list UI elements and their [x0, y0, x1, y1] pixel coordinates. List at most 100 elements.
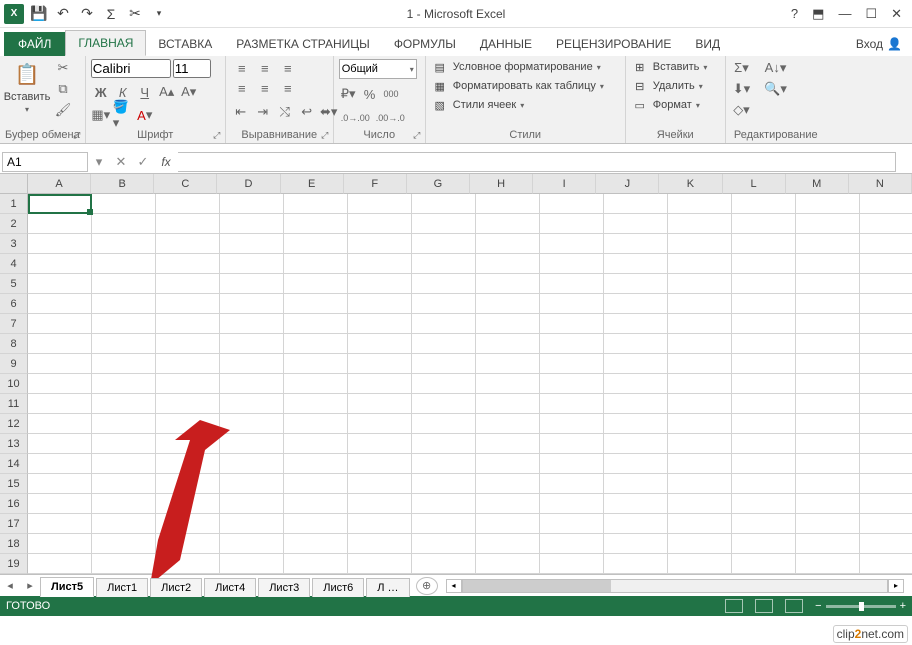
row-header-7[interactable]: 7 [0, 314, 28, 334]
cell[interactable] [540, 294, 604, 314]
cell[interactable] [220, 274, 284, 294]
cell[interactable] [604, 234, 668, 254]
cell[interactable] [412, 234, 476, 254]
delete-cells-button[interactable]: ⊟Удалить▾ [631, 78, 708, 94]
cell[interactable] [220, 554, 284, 574]
cell[interactable] [860, 314, 912, 334]
cell[interactable] [92, 534, 156, 554]
cell[interactable] [92, 234, 156, 254]
cell-styles-button[interactable]: ▧Стили ячеек▾ [431, 97, 604, 113]
cell[interactable] [668, 414, 732, 434]
cell[interactable] [220, 254, 284, 274]
cell[interactable] [668, 294, 732, 314]
cell[interactable] [284, 394, 348, 414]
cell[interactable] [348, 334, 412, 354]
cell[interactable] [540, 454, 604, 474]
align-bottom-icon[interactable]: ≡ [277, 59, 299, 78]
cell[interactable] [604, 474, 668, 494]
conditional-formatting-button[interactable]: ▤Условное форматирование▾ [431, 59, 604, 75]
cell[interactable] [860, 554, 912, 574]
sign-in[interactable]: Вход👤 [846, 32, 912, 56]
sheet-tab-6[interactable]: Л … [366, 578, 409, 597]
cell[interactable] [796, 514, 860, 534]
cell[interactable] [92, 194, 156, 214]
cell[interactable] [604, 194, 668, 214]
font-size-select[interactable] [173, 59, 211, 78]
cell[interactable] [28, 414, 92, 434]
row-header-5[interactable]: 5 [0, 274, 28, 294]
cell[interactable] [92, 434, 156, 454]
col-header-I[interactable]: I [533, 174, 596, 194]
cell[interactable] [860, 474, 912, 494]
cell[interactable] [92, 494, 156, 514]
tab-review[interactable]: РЕЦЕНЗИРОВАНИЕ [544, 32, 683, 56]
cell[interactable] [220, 374, 284, 394]
cut-icon[interactable]: ✂ [126, 5, 144, 23]
file-tab[interactable]: ФАЙЛ [4, 32, 65, 56]
cell[interactable] [92, 474, 156, 494]
underline-button[interactable]: Ч [135, 83, 155, 101]
cell[interactable] [284, 554, 348, 574]
cell[interactable] [476, 274, 540, 294]
name-box-dropdown-icon[interactable]: ▾ [88, 154, 110, 170]
cell[interactable] [412, 514, 476, 534]
cell[interactable] [156, 234, 220, 254]
cell[interactable] [156, 314, 220, 334]
cell[interactable] [412, 314, 476, 334]
horizontal-scrollbar[interactable]: ◂ ▸ [446, 579, 904, 593]
cell[interactable] [28, 274, 92, 294]
tab-home[interactable]: ГЛАВНАЯ [65, 30, 146, 56]
cell[interactable] [348, 534, 412, 554]
cell[interactable] [668, 214, 732, 234]
cell[interactable] [732, 474, 796, 494]
cell[interactable] [348, 354, 412, 374]
decrease-font-icon[interactable]: A▾ [179, 83, 199, 101]
view-page-layout-icon[interactable] [755, 599, 773, 613]
cell[interactable] [476, 314, 540, 334]
cell[interactable] [796, 354, 860, 374]
cell[interactable] [668, 234, 732, 254]
increase-font-icon[interactable]: A▴ [157, 83, 177, 101]
sheet-nav-next-icon[interactable]: ▸ [20, 579, 40, 592]
cell[interactable] [540, 494, 604, 514]
cell[interactable] [28, 254, 92, 274]
cell[interactable] [860, 294, 912, 314]
cell[interactable] [796, 334, 860, 354]
autosum-icon[interactable]: Σ [102, 5, 120, 23]
font-name-select[interactable] [91, 59, 171, 78]
cell[interactable] [540, 334, 604, 354]
cell[interactable] [732, 274, 796, 294]
cell[interactable] [796, 374, 860, 394]
cell[interactable] [28, 394, 92, 414]
cell[interactable] [732, 234, 796, 254]
cell[interactable] [28, 494, 92, 514]
cell[interactable] [348, 194, 412, 214]
cell[interactable] [476, 514, 540, 534]
cell[interactable] [220, 514, 284, 534]
cell[interactable] [476, 474, 540, 494]
cell[interactable] [604, 554, 668, 574]
cell[interactable] [412, 354, 476, 374]
align-top-icon[interactable]: ≡ [231, 59, 253, 78]
cell[interactable] [412, 534, 476, 554]
cell[interactable] [348, 454, 412, 474]
qat-customize-icon[interactable]: ▾ [150, 5, 168, 23]
cell[interactable] [156, 474, 220, 494]
cell[interactable] [412, 394, 476, 414]
row-header-9[interactable]: 9 [0, 354, 28, 374]
row-header-8[interactable]: 8 [0, 334, 28, 354]
cell[interactable] [92, 214, 156, 234]
cell[interactable] [92, 514, 156, 534]
cell[interactable] [476, 294, 540, 314]
cell[interactable] [284, 294, 348, 314]
cell[interactable] [28, 374, 92, 394]
font-launcher-icon[interactable]: ⤢ [211, 129, 223, 141]
cell[interactable] [412, 274, 476, 294]
cell[interactable] [668, 334, 732, 354]
cell[interactable] [796, 234, 860, 254]
cell[interactable] [668, 354, 732, 374]
cell[interactable] [412, 494, 476, 514]
cell[interactable] [156, 274, 220, 294]
cell[interactable] [156, 334, 220, 354]
insert-cells-button[interactable]: ⊞Вставить▾ [631, 59, 708, 75]
